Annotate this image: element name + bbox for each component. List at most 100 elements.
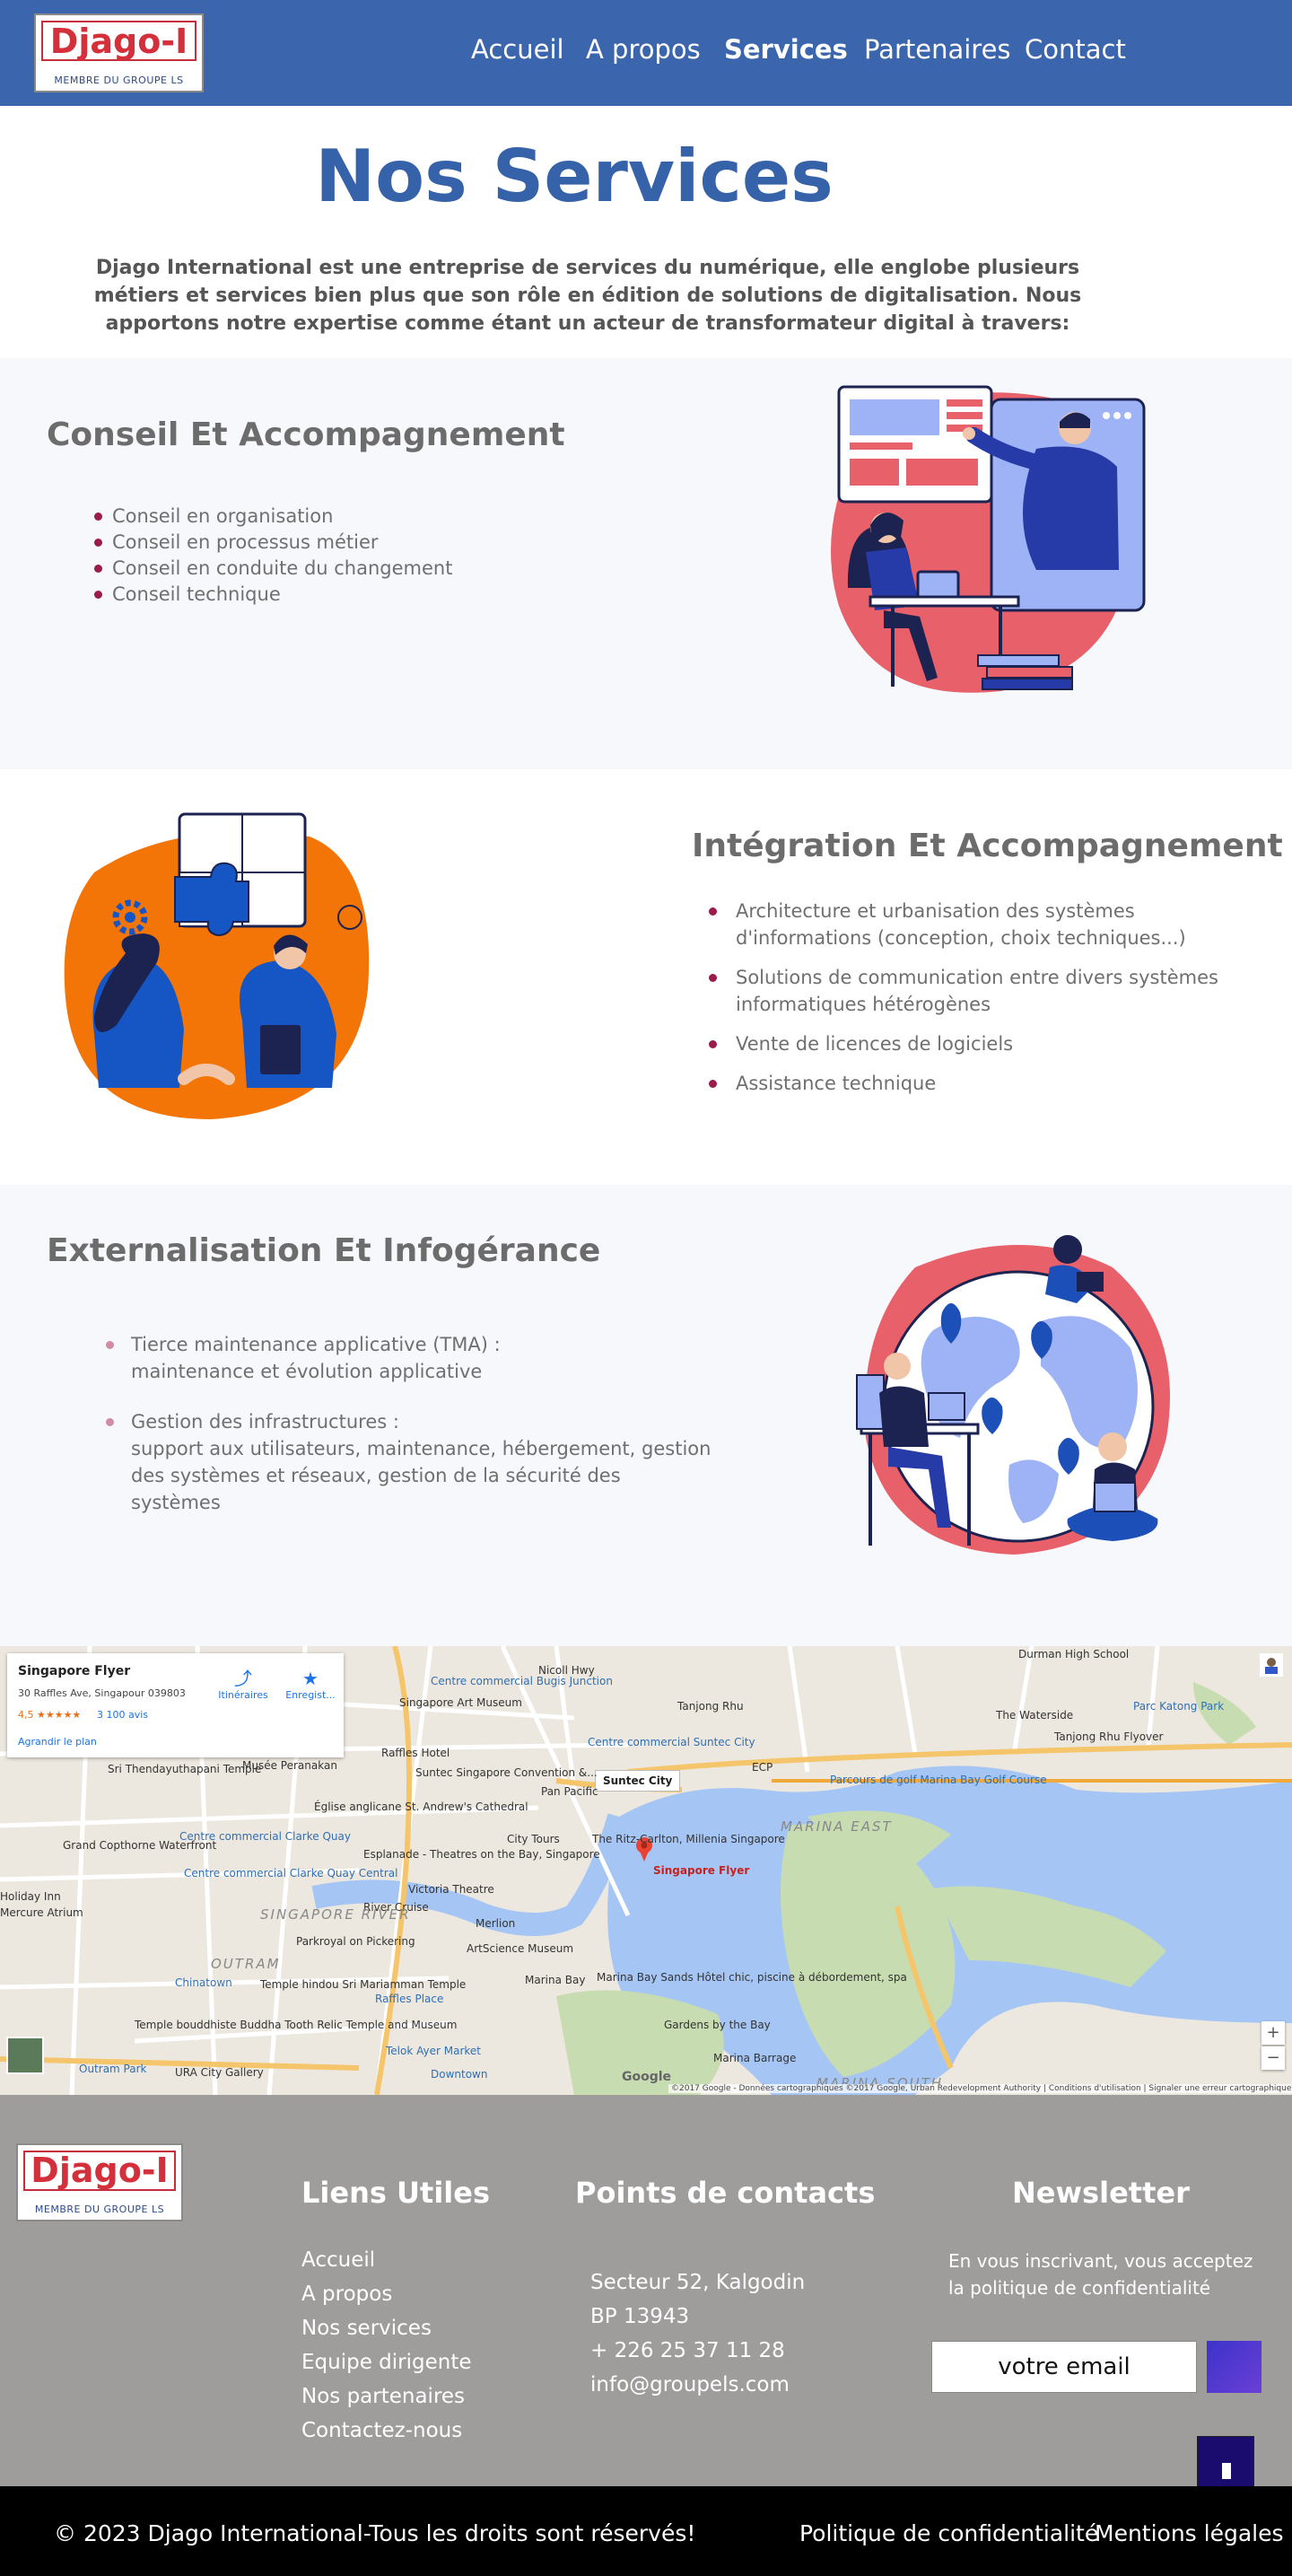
map-label: Centre commercial Bugis Junction xyxy=(431,1675,613,1687)
contact-address: Secteur 52, Kalgodin xyxy=(590,2271,806,2294)
map-label: Marina Bay xyxy=(525,1974,586,1986)
nav-services[interactable]: Services xyxy=(724,34,848,65)
logo-subtext: MEMBRE DU GROUPE LS xyxy=(54,74,184,86)
map-label: ECP xyxy=(752,1761,773,1774)
list-item: Conseil en conduite du changement xyxy=(94,556,452,582)
intro-text: Djago International est une entreprise d… xyxy=(93,257,1082,335)
map-label: Singapore Art Museum xyxy=(399,1696,522,1709)
map-label: ArtScience Museum xyxy=(467,1942,574,1955)
logo-text: Djago-I xyxy=(49,21,188,61)
map-area-label: SINGAPORE RIVER xyxy=(260,1906,411,1923)
star-icon: ★ xyxy=(302,1668,319,1689)
newsletter-text: En vous inscrivant, vous acceptez la pol… xyxy=(948,2250,1253,2299)
location-map[interactable]: Singapore Flyer 30 Raffles Ave, Singapou… xyxy=(0,1646,1292,2095)
nav-accueil[interactable]: Accueil xyxy=(471,34,564,65)
contact-email[interactable]: info@groupels.com xyxy=(590,2368,805,2402)
map-label: Centre commercial Clarke Quay xyxy=(179,1830,351,1843)
map-label: Tanjong Rhu xyxy=(677,1700,744,1713)
map-label: URA City Gallery xyxy=(175,2066,264,2079)
service-conseil: Conseil Et Accompagnement Conseil en org… xyxy=(0,358,1292,769)
directions-button[interactable]: ⤴ Itinéraires xyxy=(212,1668,275,1701)
newsletter-heading: Newsletter xyxy=(1012,2176,1190,2210)
footer-link-a-propos[interactable]: A propos xyxy=(301,2277,472,2311)
zoom-out-button[interactable]: − xyxy=(1261,2046,1285,2070)
map-label: Marina Bay Sands Hôtel chic, piscine à d… xyxy=(597,1971,907,1984)
zoom-in-button[interactable]: + xyxy=(1261,2021,1285,2045)
place-rating: 4,5 ★★★★★ xyxy=(18,1709,82,1721)
header-logo[interactable]: Djago-I MEMBRE DU GROUPE LS xyxy=(34,13,204,92)
map-label: Pan Pacific xyxy=(541,1785,598,1798)
arrow-up-icon xyxy=(1222,2463,1231,2479)
legal-link[interactable]: Mentions légales xyxy=(1095,2520,1284,2546)
nav-partenaires[interactable]: Partenaires xyxy=(864,34,1011,65)
nav-contact[interactable]: Contact xyxy=(1025,34,1126,65)
service-list: Architecture et urbanisation des système… xyxy=(709,898,1247,1109)
map-label: Durman High School xyxy=(1018,1648,1130,1660)
map-label: Sri Thendayuthapani Temple xyxy=(108,1763,262,1775)
place-reviews-link[interactable]: 3 100 avis xyxy=(97,1709,148,1721)
privacy-link[interactable]: Politique de confidentialité xyxy=(799,2520,1098,2546)
contact-list: Secteur 52, Kalgodin BP 13943 + 226 25 3… xyxy=(590,2265,805,2402)
bottom-bar: © 2023 Djago International-Tous les droi… xyxy=(0,2486,1292,2576)
map-label: The Waterside xyxy=(996,1709,1074,1722)
links-heading: Liens Utiles xyxy=(301,2176,490,2210)
list-item: Solutions de communication entre divers … xyxy=(709,964,1247,1018)
map-label: Centre commercial Clarke Quay Central xyxy=(184,1867,398,1879)
map-label: Gardens by the Bay xyxy=(664,2019,771,2031)
map-label: Outram Park xyxy=(79,2063,147,2075)
list-item: Conseil en processus métier xyxy=(94,530,452,556)
service-title: Intégration Et Accompagnement xyxy=(692,828,1283,864)
place-address: 30 Raffles Ave, Singapour 039803 xyxy=(18,1687,186,1699)
map-label: Parkroyal on Pickering xyxy=(296,1935,415,1948)
map-label: Suntec Singapore Convention &... xyxy=(415,1766,598,1779)
footer-link-partenaires[interactable]: Nos partenaires xyxy=(301,2379,472,2414)
map-label: Église anglicane St. Andrew's Cathedral xyxy=(314,1801,528,1813)
map-label: Raffles Place xyxy=(375,1993,444,2005)
service-externalisation: Externalisation Et Infogérance Tierce ma… xyxy=(0,1185,1292,1646)
save-place-button[interactable]: ★ Enregist... xyxy=(279,1668,342,1701)
newsletter-email-input[interactable]: votre email xyxy=(931,2341,1197,2393)
nav-a-propos[interactable]: A propos xyxy=(586,34,701,65)
map-label: Parcours de golf Marina Bay Golf Course xyxy=(830,1774,1047,1786)
map-label: Centre commercial Suntec City xyxy=(588,1736,755,1748)
map-label: Victoria Theatre xyxy=(408,1883,494,1896)
site-footer: Djago-I MEMBRE DU GROUPE LS Liens Utiles… xyxy=(0,2095,1292,2502)
service-list: Tierce maintenance applicative (TMA) : m… xyxy=(106,1331,716,1539)
page: Djago-I MEMBRE DU GROUPE LS Accueil A pr… xyxy=(0,0,1292,2576)
service-title: Externalisation Et Infogérance xyxy=(47,1232,601,1269)
footer-links: Accueil A propos Nos services Equipe dir… xyxy=(301,2243,472,2448)
list-item: Conseil en organisation xyxy=(94,504,452,530)
service-title: Conseil Et Accompagnement xyxy=(47,416,565,453)
google-logo: Google xyxy=(622,2070,672,2084)
list-item: Vente de licences de logiciels xyxy=(709,1030,1247,1057)
map-label: Merlion xyxy=(476,1917,516,1930)
contact-phone[interactable]: + 226 25 37 11 28 xyxy=(590,2334,805,2368)
footer-link-contact[interactable]: Contactez-nous xyxy=(301,2414,472,2448)
footer-link-accueil[interactable]: Accueil xyxy=(301,2243,472,2277)
map-callout: Suntec City xyxy=(595,1770,681,1792)
map-label: Mercure Atrium xyxy=(0,1906,83,1919)
map-pin-label: Singapore Flyer xyxy=(653,1864,750,1877)
page-title: Nos Services xyxy=(315,135,834,218)
copyright-text: © 2023 Djago International-Tous les droi… xyxy=(54,2520,696,2546)
site-header: Djago-I MEMBRE DU GROUPE LS Accueil A pr… xyxy=(0,0,1292,106)
list-item: Tierce maintenance applicative (TMA) : m… xyxy=(106,1331,716,1385)
map-label: Marina Barrage xyxy=(713,2052,797,2064)
map-area-label: OUTRAM xyxy=(211,1956,281,1972)
newsletter-submit-button[interactable] xyxy=(1207,2341,1261,2393)
enlarge-map-link[interactable]: Agrandir le plan xyxy=(18,1736,97,1748)
footer-link-services[interactable]: Nos services xyxy=(301,2311,472,2345)
map-label: Tanjong Rhu Flyover xyxy=(1054,1730,1164,1743)
footer-link-equipe[interactable]: Equipe dirigente xyxy=(301,2345,472,2379)
list-item: Gestion des infrastructures : support au… xyxy=(106,1408,716,1516)
map-label: City Tours xyxy=(507,1833,560,1845)
logo-text: Djago-I xyxy=(31,2151,169,2191)
footer-logo[interactable]: Djago-I MEMBRE DU GROUPE LS xyxy=(16,2143,183,2221)
outsourcing-illustration xyxy=(856,1235,1170,1555)
directions-icon: ⤴ xyxy=(234,1668,252,1689)
list-item: Architecture et urbanisation des système… xyxy=(709,898,1247,951)
map-attribution[interactable]: ©2017 Google - Données cartographiques ©… xyxy=(668,2084,1292,2093)
logo-subtext: MEMBRE DU GROUPE LS xyxy=(34,2204,165,2215)
map-label: Nicoll Hwy xyxy=(538,1664,595,1677)
place-name: Singapore Flyer xyxy=(18,1664,131,1678)
